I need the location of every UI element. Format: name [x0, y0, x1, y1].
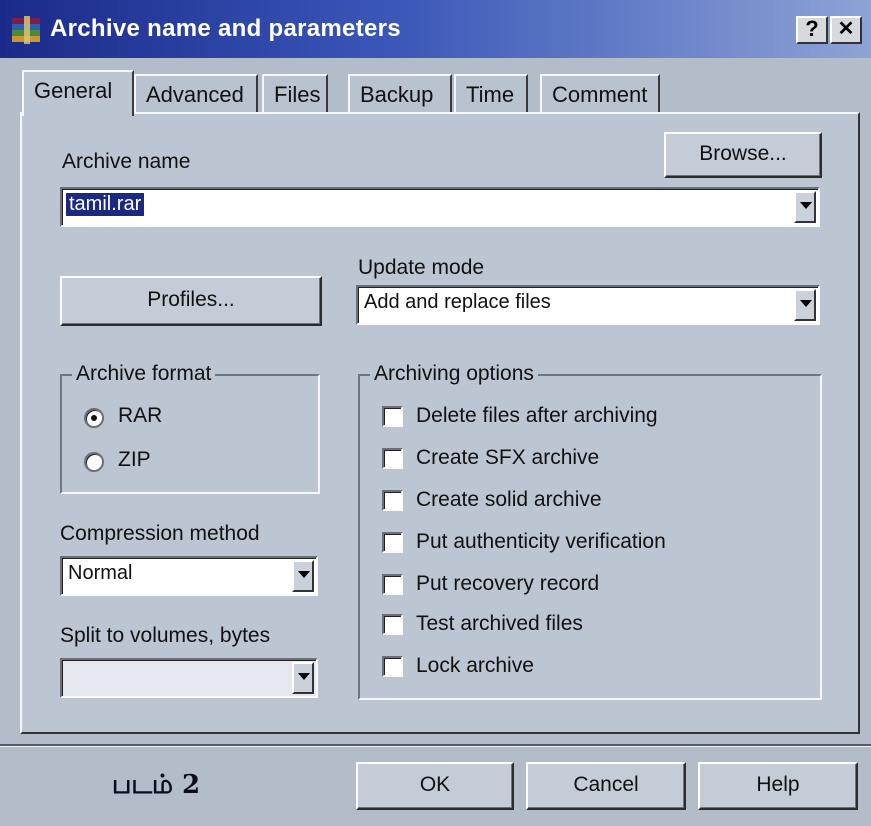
browse-button[interactable]: Browse...	[664, 132, 822, 178]
lock-archive-checkbox[interactable]	[382, 656, 403, 677]
compression-method-value: Normal	[68, 562, 133, 584]
authenticity-checkbox[interactable]	[382, 532, 403, 553]
archive-format-group: Archive format	[60, 362, 320, 494]
create-sfx-label[interactable]: Create SFX archive	[416, 446, 599, 470]
test-files-checkbox[interactable]	[382, 614, 403, 635]
recovery-record-label[interactable]: Put recovery record	[416, 572, 599, 596]
dialog-window: Archive name and parameters ? ✕ General …	[0, 0, 871, 826]
create-solid-label[interactable]: Create solid archive	[416, 488, 602, 512]
close-button[interactable]: ✕	[830, 16, 862, 44]
tab-advanced[interactable]: Advanced	[134, 74, 258, 112]
title-bar[interactable]: Archive name and parameters ? ✕	[0, 0, 871, 58]
tab-comment[interactable]: Comment	[540, 74, 660, 112]
archive-name-combo[interactable]: tamil.rar	[60, 187, 820, 227]
cancel-button[interactable]: Cancel	[526, 762, 686, 810]
compression-method-label: Compression method	[60, 522, 260, 545]
ok-button[interactable]: OK	[356, 762, 514, 810]
archiving-options-title: Archiving options	[370, 362, 538, 386]
compression-method-select[interactable]: Normal	[60, 556, 318, 596]
delete-files-label[interactable]: Delete files after archiving	[416, 404, 658, 428]
split-volumes-label: Split to volumes, bytes	[60, 624, 271, 647]
update-mode-label: Update mode	[358, 256, 485, 279]
rar-label[interactable]: RAR	[118, 404, 162, 428]
tab-time[interactable]: Time	[454, 74, 528, 112]
split-volumes-combo[interactable]	[60, 658, 318, 698]
split-dropdown-icon[interactable]	[292, 662, 314, 694]
footer-divider	[0, 744, 871, 747]
recovery-record-checkbox[interactable]	[382, 574, 403, 595]
tab-general[interactable]: General	[22, 70, 134, 116]
tab-files[interactable]: Files	[262, 74, 328, 112]
rar-radio[interactable]	[84, 408, 104, 428]
profiles-button[interactable]: Profiles...	[60, 276, 322, 326]
help-title-button[interactable]: ?	[796, 16, 828, 44]
archive-name-dropdown-icon[interactable]	[794, 191, 816, 223]
lock-archive-label[interactable]: Lock archive	[416, 654, 534, 678]
figure-caption: படம் 2	[112, 770, 201, 800]
compression-dropdown-icon[interactable]	[292, 560, 314, 592]
archive-name-input[interactable]: tamil.rar	[66, 193, 145, 216]
update-mode-value: Add and replace files	[364, 291, 551, 313]
update-mode-dropdown-icon[interactable]	[794, 289, 816, 321]
tab-backup[interactable]: Backup	[348, 74, 452, 112]
test-files-label[interactable]: Test archived files	[416, 612, 583, 636]
create-solid-checkbox[interactable]	[382, 490, 403, 511]
zip-radio[interactable]	[84, 452, 104, 472]
archive-format-title: Archive format	[72, 362, 216, 386]
authenticity-label[interactable]: Put authenticity verification	[416, 530, 666, 554]
archive-name-label: Archive name	[62, 150, 191, 173]
winrar-icon	[12, 16, 40, 44]
window-title: Archive name and parameters	[50, 15, 401, 42]
help-button[interactable]: Help	[698, 762, 858, 810]
create-sfx-checkbox[interactable]	[382, 448, 403, 469]
zip-label[interactable]: ZIP	[118, 448, 151, 472]
update-mode-select[interactable]: Add and replace files	[356, 285, 820, 325]
delete-files-checkbox[interactable]	[382, 406, 403, 427]
